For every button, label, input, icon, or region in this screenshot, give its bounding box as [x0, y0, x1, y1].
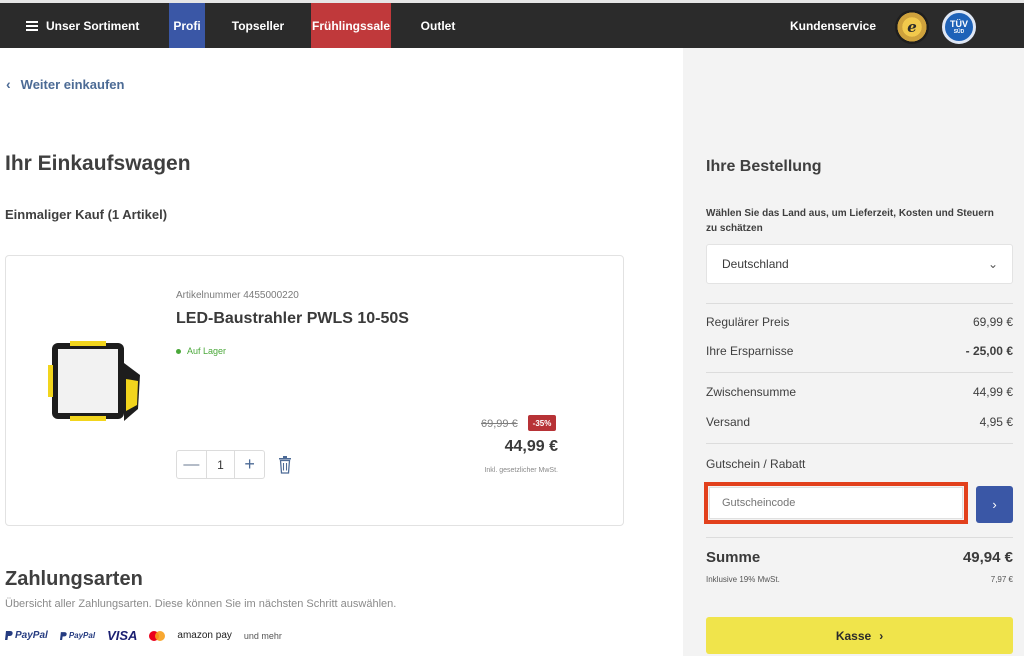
top-navigation: Unser Sortiment Profi Topseller Frühling… [0, 0, 1024, 48]
chevron-left-icon: ‹ [6, 76, 11, 92]
article-number: Artikelnummer 4455000220 [176, 290, 299, 301]
checkout-button[interactable]: Kasse › [706, 617, 1013, 654]
mastercard-logo [149, 630, 166, 641]
total-row: Summe 49,94 € [706, 549, 1013, 566]
subtotal-value: 44,99 € [972, 385, 1013, 399]
country-value: Deutschland [722, 257, 789, 271]
country-label: Wählen Sie das Land aus, um Lieferzeit, … [706, 208, 994, 234]
continue-shopping-link[interactable]: ‹ Weiter einkaufen [6, 76, 124, 92]
nav-item-outlet[interactable]: Outlet [418, 3, 458, 48]
item-price: 44,99 € [504, 438, 558, 455]
savings-label: Ihre Ersparnisse [706, 344, 794, 358]
shipping-label: Versand [706, 415, 751, 429]
tax-row: Inklusive 19% MwSt. 7,97 € [706, 575, 1013, 584]
tax-value: 7,97 € [990, 575, 1013, 584]
chevron-right-icon: › [879, 628, 884, 643]
regular-price-value: 69,99 € [972, 315, 1013, 329]
regular-price-label: Regulärer Preis [706, 315, 790, 329]
order-title: Ihre Bestellung [706, 158, 822, 175]
savings-value: - 25,00 € [965, 344, 1013, 358]
stock-status: Auf Lager [176, 346, 226, 356]
paypal-ratenzahlung-logo: PayPal [59, 631, 95, 640]
payment-title: Zahlungsarten [5, 568, 143, 590]
decrease-quantity-button[interactable]: — [177, 451, 206, 478]
menu-label: Unser Sortiment [46, 18, 140, 33]
quantity-value[interactable]: 1 [205, 451, 236, 478]
vat-note: Inkl. gesetzlicher MwSt. [484, 467, 558, 474]
paypal-logo: PayPal [5, 630, 48, 641]
divider [706, 537, 1013, 538]
apply-voucher-button[interactable]: › [976, 486, 1013, 523]
chevron-right-icon: › [992, 497, 997, 512]
stock-label: Auf Lager [187, 346, 227, 356]
discount-badge: -35% [528, 415, 556, 431]
nav-item-profi[interactable]: Profi [169, 3, 205, 48]
subtotal-row: Zwischensumme 44,99 € [706, 385, 1013, 399]
total-label: Summe [706, 549, 761, 566]
cart-subtitle: Einmaliger Kauf (1 Artikel) [5, 207, 168, 222]
nav-item-topseller[interactable]: Topseller [232, 3, 284, 48]
trash-icon[interactable] [277, 456, 293, 474]
page-title: Ihr Einkaufswagen [5, 152, 191, 175]
quantity-stepper: — 1 + [176, 450, 265, 479]
chevron-down-icon: ⌄ [987, 257, 998, 271]
customer-service-link[interactable]: Kundenservice [790, 3, 876, 48]
subtotal-label: Zwischensumme [706, 385, 797, 399]
payment-more: und mehr [243, 630, 282, 641]
voucher-label: Gutschein / Rabatt [706, 457, 806, 471]
country-select[interactable]: Deutschland ⌄ [706, 244, 1013, 284]
old-price: 69,99 € [481, 418, 518, 430]
stock-dot-icon [176, 348, 181, 354]
savings-row: Ihre Ersparnisse - 25,00 € [706, 344, 1013, 358]
total-value: 49,94 € [962, 549, 1013, 566]
product-name[interactable]: LED-Baustrahler PWLS 10-50S [176, 310, 409, 328]
amazon-pay-logo: amazon pay [177, 630, 232, 641]
regular-price-row: Regulärer Preis 69,99 € [706, 315, 1013, 329]
product-image[interactable] [40, 335, 140, 435]
divider [706, 372, 1013, 373]
voucher-input[interactable] [709, 487, 963, 519]
menu-button[interactable]: Unser Sortiment [26, 3, 139, 48]
trusted-shops-badge[interactable]: e [895, 10, 929, 44]
divider [706, 303, 1013, 304]
tax-label: Inklusive 19% MwSt. [706, 575, 780, 584]
increase-quantity-button[interactable]: + [235, 451, 264, 478]
payment-logos: PayPal PayPal VISA amazon pay und mehr [5, 628, 282, 643]
shipping-row: Versand 4,95 € [706, 415, 1013, 429]
paypal-icon [59, 631, 67, 640]
payment-description: Übersicht aller Zahlungsarten. Diese kön… [5, 598, 397, 610]
tuv-badge[interactable]: TÜV SÜD [942, 10, 976, 44]
paypal-icon [5, 631, 13, 640]
nav-item-sale[interactable]: Frühlingssale [311, 3, 391, 48]
checkout-label: Kasse [835, 628, 872, 643]
shipping-value: 4,95 € [979, 415, 1013, 429]
hamburger-icon [26, 20, 38, 31]
continue-shopping-label: Weiter einkaufen [20, 76, 125, 92]
visa-logo: VISA [107, 628, 138, 643]
divider [706, 443, 1013, 444]
